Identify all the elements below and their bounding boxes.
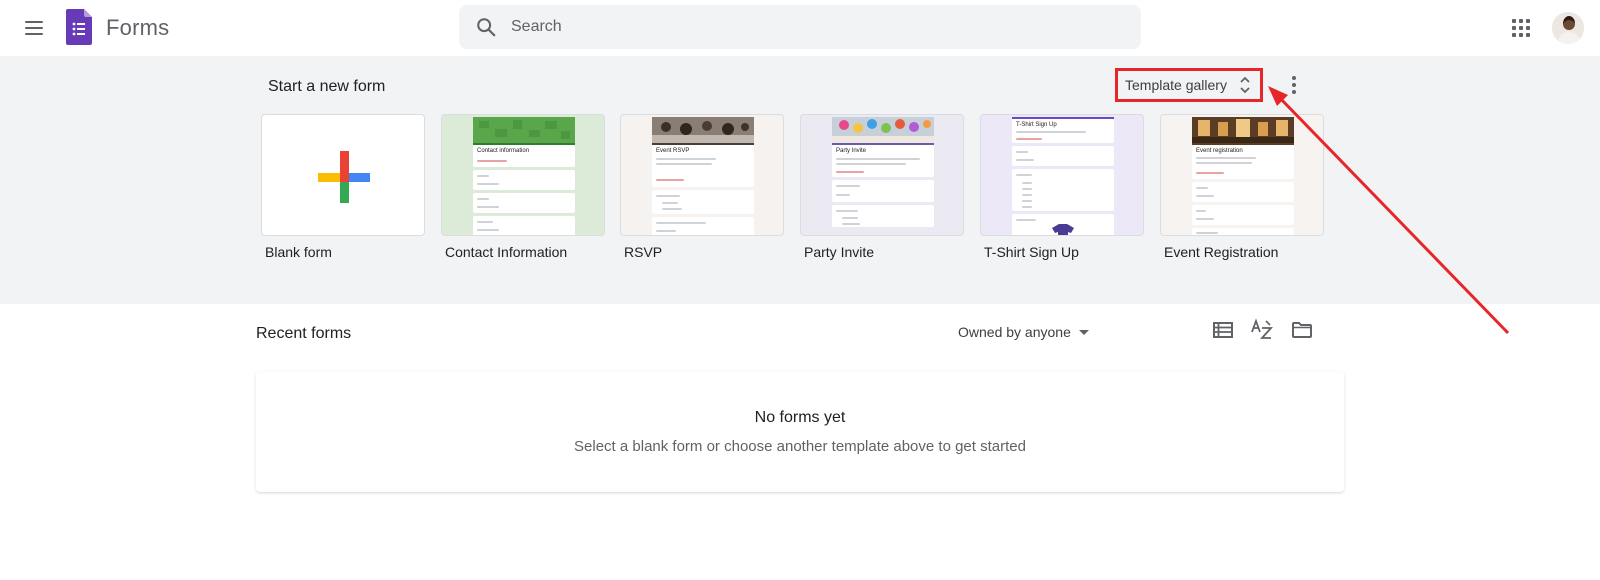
menu-icon[interactable]	[18, 12, 50, 44]
banner-balloons	[832, 117, 934, 143]
empty-state-title: No forms yet	[754, 409, 846, 426]
template-contact-information[interactable]: Contact information Contact Information	[441, 114, 605, 264]
search-bar[interactable]	[459, 5, 1141, 49]
template-gallery-button[interactable]: Template gallery	[1115, 68, 1263, 102]
search-icon[interactable]	[475, 16, 497, 38]
template-thumbnail: Contact information	[441, 114, 605, 236]
template-thumbnail	[261, 114, 425, 236]
forms-logo-icon[interactable]	[66, 9, 92, 45]
owner-filter-label: Owned by anyone	[958, 324, 1071, 340]
template-label: T-Shirt Sign Up	[984, 244, 1079, 260]
template-gallery-label: Template gallery	[1125, 77, 1227, 93]
apps-grid-icon[interactable]	[1510, 17, 1532, 39]
thumbnail-card	[1012, 146, 1114, 166]
thumbnail-banner	[652, 117, 754, 143]
plus-icon	[318, 151, 370, 203]
template-label: Blank form	[265, 244, 332, 260]
thumbnail-card	[832, 205, 934, 227]
folder-icon[interactable]	[1290, 318, 1314, 342]
thumbnail-title: Event RSVP	[656, 148, 690, 154]
thumbnail-card	[1192, 182, 1294, 202]
app-header: Forms	[0, 0, 1600, 56]
template-t-shirt-sign-up[interactable]: T-Shirt Sign Up T-Shirt Sign Up	[980, 114, 1144, 264]
thumbnail-card: T-Shirt Sign Up	[1012, 119, 1114, 143]
template-label: Party Invite	[804, 244, 875, 260]
thumbnail-card	[1192, 205, 1294, 225]
template-blank-form[interactable]: Blank form	[261, 114, 425, 264]
tshirt-icon	[1052, 224, 1074, 235]
thumbnail-banner	[1192, 117, 1294, 143]
avatar[interactable]	[1552, 12, 1584, 44]
thumbnail-card	[1192, 228, 1294, 235]
thumbnail-banner	[473, 117, 575, 143]
thumbnail-card	[832, 180, 934, 202]
search-input[interactable]	[511, 5, 1111, 49]
thumbnail-title: Contact information	[477, 148, 530, 154]
thumbnail-card	[473, 216, 575, 235]
thumbnail-card: Party Invite	[832, 145, 934, 177]
thumbnail-title: Event registration	[1196, 148, 1243, 154]
thumbnail-card	[652, 217, 754, 235]
section-title: Start a new form	[268, 78, 386, 95]
template-thumbnail: Party Invite	[800, 114, 964, 236]
thumbnail-card	[1012, 169, 1114, 211]
template-section: Start a new form Template gallery Blank …	[0, 56, 1600, 304]
banner-venue	[1192, 117, 1294, 143]
more-vert-icon[interactable]	[1284, 74, 1304, 96]
template-thumbnail: T-Shirt Sign Up	[980, 114, 1144, 236]
thumbnail-card	[473, 170, 575, 190]
recent-forms-title: Recent forms	[256, 325, 352, 342]
list-view-icon[interactable]	[1211, 318, 1235, 342]
thumbnail-card	[1012, 214, 1114, 235]
template-party-invite[interactable]: Party Invite Party Invite	[800, 114, 964, 264]
thumbnail-card: Event RSVP	[652, 145, 754, 187]
template-label: Contact Information	[445, 244, 568, 260]
template-rsvp[interactable]: Event RSVP RSVP	[620, 114, 784, 264]
template-event-registration[interactable]: Event registration Event Registration	[1160, 114, 1324, 264]
template-thumbnail: Event RSVP	[620, 114, 784, 236]
template-thumbnail: Event registration	[1160, 114, 1324, 236]
thumbnail-card	[473, 193, 575, 213]
app-title[interactable]: Forms	[106, 15, 169, 41]
template-label: RSVP	[624, 244, 663, 260]
thumbnail-title: T-Shirt Sign Up	[1016, 122, 1057, 128]
template-label: Event Registration	[1164, 244, 1279, 260]
banner-pattern	[479, 120, 570, 139]
caret-down-icon	[1078, 329, 1089, 335]
chevron-updown-icon	[1240, 76, 1250, 94]
sort-az-icon[interactable]	[1250, 318, 1274, 342]
owner-filter-dropdown[interactable]: Owned by anyone	[958, 321, 1089, 343]
thumbnail-title: Party Invite	[836, 148, 867, 154]
banner-photo	[652, 117, 754, 143]
thumbnail-card: Event registration	[1192, 145, 1294, 179]
empty-state-subtitle: Select a blank form or choose another te…	[574, 438, 1026, 455]
thumbnail-card	[652, 190, 754, 214]
thumbnail-banner	[832, 117, 934, 143]
empty-state-card: No forms yet Select a blank form or choo…	[256, 372, 1344, 492]
thumbnail-card: Contact information	[473, 145, 575, 167]
